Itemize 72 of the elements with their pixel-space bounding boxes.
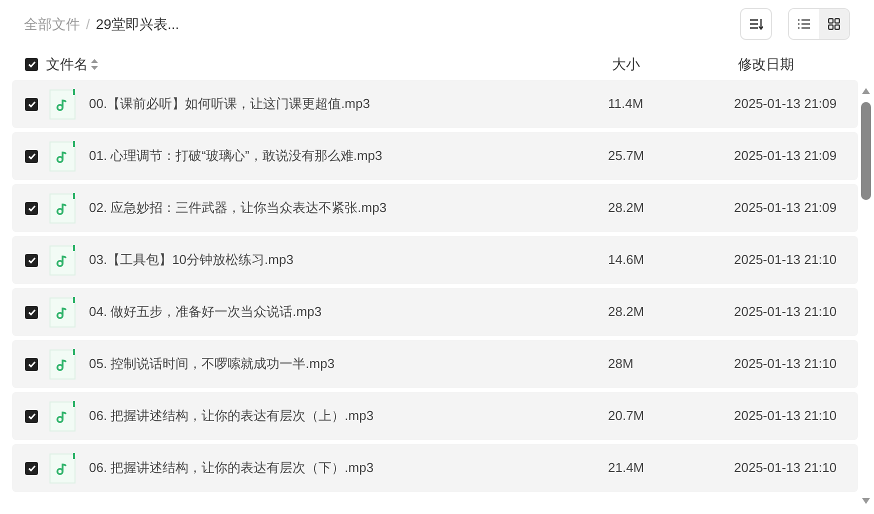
checkmark-icon	[28, 100, 36, 108]
file-name: 04. 做好五步，准备好一次当众说话.mp3	[89, 303, 322, 322]
file-name: 05. 控制说话时间，不啰嗦就成功一半.mp3	[89, 355, 335, 374]
modified-date: 2025-01-13 21:10	[734, 251, 837, 270]
column-header[interactable]: 大小	[612, 54, 640, 74]
file-name: 01. 心理调节：打破“玻璃心”，敢说没有那么难.mp3	[89, 147, 382, 166]
file-row[interactable]: 06. 把握讲述结构，让你的表达有层次（上）.mp3 20.7M 2025-01-13 21:10	[12, 392, 858, 440]
audio-file-icon	[49, 192, 76, 224]
row-checkbox[interactable]	[25, 98, 38, 110]
file-size: 21.4M	[608, 459, 644, 478]
file-name: 06. 把握讲述结构，让你的表达有层次（下）.mp3	[89, 459, 374, 478]
breadcrumb-link[interactable]: 29堂即兴表...	[96, 14, 180, 34]
sort-button[interactable]	[740, 8, 772, 40]
row-checkbox[interactable]	[25, 254, 38, 266]
row-checkbox[interactable]	[25, 306, 38, 318]
audio-file-icon	[49, 244, 76, 276]
file-row[interactable]: 02. 应急妙招：三件武器，让你当众表达不紧张.mp3 28.2M 2025-01-13 21:09	[12, 184, 858, 232]
checkmark-icon	[28, 60, 36, 68]
row-checkbox[interactable]	[25, 358, 38, 370]
file-size: 11.4M	[608, 95, 644, 114]
sort-icon	[749, 18, 763, 30]
file-size: 20.7M	[608, 407, 644, 426]
file-size: 25.7M	[608, 147, 644, 166]
file-name: 03.【工具包】10分钟放松练习.mp3	[89, 251, 294, 270]
scroll-up-icon[interactable]	[862, 88, 870, 94]
checkmark-icon	[28, 412, 36, 420]
breadcrumb-separator: /	[86, 14, 90, 34]
file-row[interactable]: 05. 控制说话时间，不啰嗦就成功一半.mp3 28M 2025-01-13 21:10	[12, 340, 858, 388]
file-name: 02. 应急妙招：三件武器，让你当众表达不紧张.mp3	[89, 199, 387, 218]
column-header[interactable]: 修改日期	[738, 54, 794, 74]
audio-file-icon	[49, 88, 76, 120]
grid-view-button[interactable]	[819, 9, 849, 39]
modified-date: 2025-01-13 21:10	[734, 355, 837, 374]
audio-file-icon	[49, 140, 76, 172]
audio-file-icon	[49, 400, 76, 432]
modified-date: 2025-01-13 21:09	[734, 199, 837, 218]
checkmark-icon	[28, 152, 36, 160]
modified-date: 2025-01-13 21:09	[734, 95, 837, 114]
modified-date: 2025-01-13 21:09	[734, 147, 837, 166]
file-size: 28M	[608, 355, 634, 374]
checkmark-icon	[28, 464, 36, 472]
column-header[interactable]: 文件名	[46, 54, 88, 74]
grid-icon	[828, 18, 840, 30]
row-checkbox[interactable]	[25, 202, 38, 214]
audio-file-icon	[49, 452, 76, 484]
row-checkbox[interactable]	[25, 410, 38, 422]
row-checkbox[interactable]	[25, 462, 38, 474]
file-row[interactable]: 04. 做好五步，准备好一次当众说话.mp3 28.2M 2025-01-13 21:10	[12, 288, 858, 336]
file-size: 14.6M	[608, 251, 644, 270]
checkmark-icon	[28, 360, 36, 368]
audio-file-icon	[49, 348, 76, 380]
checkmark-icon	[28, 308, 36, 316]
file-size: 28.2M	[608, 199, 644, 218]
modified-date: 2025-01-13 21:10	[734, 303, 837, 322]
select-all-checkbox[interactable]	[25, 58, 38, 70]
file-name: 00.【课前必听】如何听课，让这门课更超值.mp3	[89, 95, 370, 114]
checkmark-icon	[28, 204, 36, 212]
checkmark-icon	[28, 256, 36, 264]
sort-arrows-icon[interactable]	[91, 58, 98, 70]
file-size: 28.2M	[608, 303, 644, 322]
audio-file-icon	[49, 296, 76, 328]
scrollbar-thumb[interactable]	[861, 102, 871, 200]
modified-date: 2025-01-13 21:10	[734, 459, 837, 478]
file-name: 06. 把握讲述结构，让你的表达有层次（上）.mp3	[89, 407, 374, 426]
file-row[interactable]: 01. 心理调节：打破“玻璃心”，敢说没有那么难.mp3 25.7M 2025-01-13 21:09	[12, 132, 858, 180]
list-icon	[798, 19, 810, 29]
file-row[interactable]: 00.【课前必听】如何听课，让这门课更超值.mp3 11.4M 2025-01-13 21:09	[12, 80, 858, 128]
row-checkbox[interactable]	[25, 150, 38, 162]
file-row[interactable]: 06. 把握讲述结构，让你的表达有层次（下）.mp3 21.4M 2025-01-13 21:10	[12, 444, 858, 492]
scroll-down-icon[interactable]	[862, 498, 870, 504]
file-row[interactable]: 03.【工具包】10分钟放松练习.mp3 14.6M 2025-01-13 21:10	[12, 236, 858, 284]
modified-date: 2025-01-13 21:10	[734, 407, 837, 426]
